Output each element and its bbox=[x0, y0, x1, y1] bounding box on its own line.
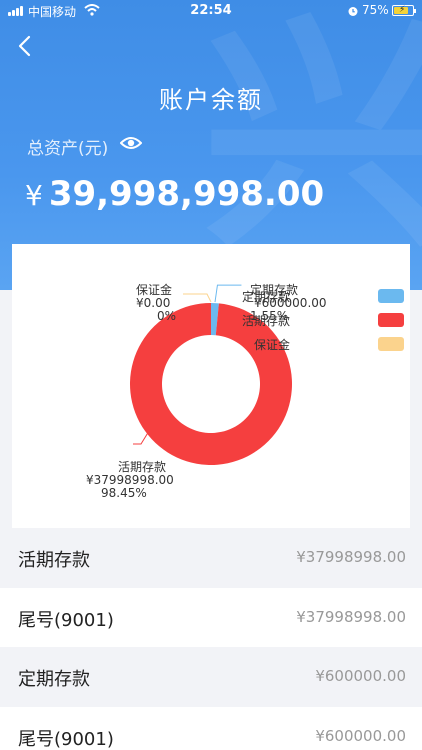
asset-distribution-chart: 定期存款 活期存款 保证金 保证金 ¥0.00 0% 定期存款 ¥600000.… bbox=[12, 244, 410, 528]
legend-swatch bbox=[378, 337, 404, 351]
list-item-value: ¥37998998.00 bbox=[296, 608, 406, 626]
slice-label-margin-percent: 0% bbox=[157, 309, 177, 323]
total-assets-label: 总资产(元) bbox=[27, 139, 109, 159]
list-item[interactable]: 活期存款 ¥37998998.00 bbox=[0, 528, 422, 588]
total-amount: ¥39,998,998.00 bbox=[25, 174, 324, 214]
alarm-icon bbox=[348, 7, 358, 16]
leader-line-2 bbox=[183, 293, 212, 303]
list-item-value: ¥600000.00 bbox=[315, 667, 406, 685]
eye-icon[interactable] bbox=[120, 134, 142, 152]
list-item-title: 定期存款 bbox=[18, 669, 90, 690]
slice-label-fixed-deposit-percent: 1.55% bbox=[250, 309, 289, 323]
legend-label: 保证金 bbox=[253, 338, 290, 352]
battery-percent: 75% bbox=[362, 3, 389, 17]
list-item-title: 活期存款 bbox=[18, 550, 90, 571]
page-title: 账户余额 bbox=[159, 86, 263, 114]
list-item-value: ¥600000.00 bbox=[315, 727, 406, 745]
total-amount-value: 39,998,998.00 bbox=[48, 174, 325, 214]
list-item[interactable]: 尾号(9001) ¥600000.00 bbox=[0, 707, 422, 750]
legend-swatch bbox=[378, 313, 404, 327]
slice-label-demand-deposit-percent: 98.45% bbox=[101, 486, 147, 500]
battery-icon: ⚡ bbox=[392, 5, 416, 16]
list-item[interactable]: 尾号(9001) ¥37998998.00 bbox=[0, 588, 422, 648]
list-item[interactable]: 定期存款 ¥600000.00 bbox=[0, 647, 422, 707]
status-bar: 中国移动 22:54 75% ⚡ bbox=[0, 0, 422, 22]
back-arrow-icon[interactable] bbox=[14, 34, 38, 58]
donut-chart bbox=[130, 284, 293, 465]
list-item-title: 尾号(9001) bbox=[18, 610, 114, 631]
leader-line-0 bbox=[214, 284, 242, 303]
list-item-value: ¥37998998.00 bbox=[296, 548, 406, 566]
list-item-title: 尾号(9001) bbox=[18, 729, 114, 750]
background-watermark: 兴 bbox=[202, 0, 422, 282]
currency-symbol: ¥ bbox=[25, 179, 43, 212]
legend-swatch bbox=[378, 289, 404, 303]
